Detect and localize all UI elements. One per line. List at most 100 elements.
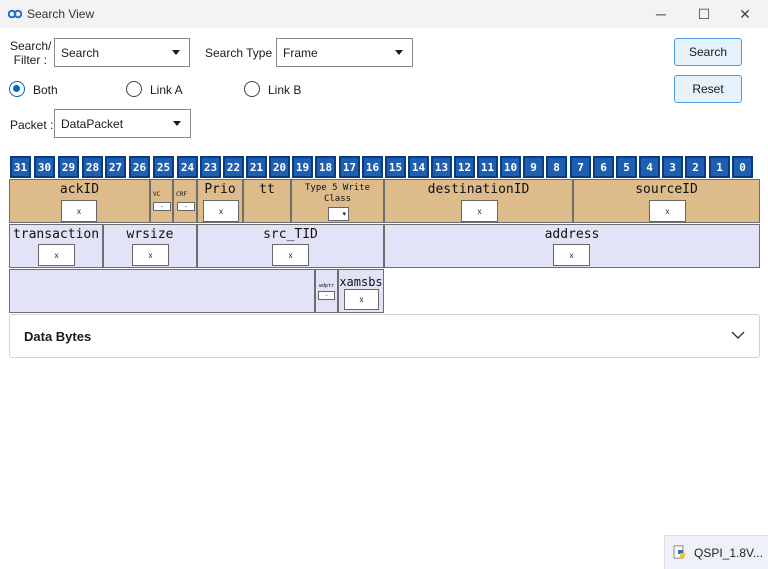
radio-both-label: Both (33, 83, 58, 97)
field-xamsbs-label: xamsbs (339, 275, 383, 289)
bit-index-15: 15 (385, 156, 406, 178)
radio-link-a[interactable]: Link A (126, 81, 196, 99)
search-filter-dropdown[interactable]: Search (54, 38, 190, 67)
search-type-label: Search Type : (205, 46, 279, 60)
bit-index-2: 2 (685, 156, 706, 178)
search-filter-label-line1: Search/ (10, 39, 52, 53)
field-vc-input[interactable]: - (153, 202, 171, 211)
field-prio-input[interactable]: x (203, 200, 239, 222)
chevron-down-icon (172, 50, 180, 55)
radio-selected-icon (9, 81, 25, 97)
minimize-icon: ─ (656, 6, 666, 22)
bit-index-23: 23 (200, 156, 221, 178)
bit-index-31: 31 (10, 156, 31, 178)
field-type5-write-class: Type 5 Write Class ▾ (291, 179, 384, 223)
field-transaction-label: transaction (12, 227, 100, 242)
bit-index-14: 14 (408, 156, 429, 178)
chevron-down-icon (173, 121, 181, 126)
field-destinationid-label: destinationID (427, 182, 530, 197)
radio-link-b-label: Link B (268, 83, 302, 97)
bit-index-29: 29 (58, 156, 79, 178)
field-wrsize: wrsize x (103, 224, 197, 268)
minimize-button[interactable]: ─ (638, 0, 684, 28)
search-filter-label-line2: Filter : (13, 53, 47, 67)
packet-dropdown[interactable]: DataPacket (54, 109, 191, 138)
bit-index-30: 30 (34, 156, 55, 178)
field-address-input[interactable]: x (553, 244, 590, 266)
radio-link-b[interactable]: Link B (244, 81, 314, 99)
packet-value: DataPacket (61, 116, 124, 131)
bit-index-10: 10 (500, 156, 521, 178)
bit-index-4: 4 (639, 156, 660, 178)
field-sourceid-input[interactable]: x (649, 200, 686, 222)
bit-index-25: 25 (153, 156, 174, 178)
search-filter-label: Search/ Filter : (10, 39, 52, 67)
radio-unselected-icon (244, 81, 260, 97)
field-vc-label: VC (153, 191, 161, 198)
radio-unselected-icon (126, 81, 142, 97)
field-destinationid: destinationID x (384, 179, 573, 223)
field-wdptr: wdptr - (315, 269, 338, 313)
close-button[interactable]: ✕ (722, 0, 768, 28)
reset-button[interactable]: Reset (674, 75, 742, 103)
data-bytes-expander[interactable]: Data Bytes (9, 314, 760, 358)
search-type-dropdown[interactable]: Frame (276, 38, 413, 67)
maximize-button[interactable]: ☐ (681, 0, 727, 28)
maximize-icon: ☐ (697, 5, 711, 22)
field-xamsbs: xamsbs x (338, 269, 384, 313)
bit-index-22: 22 (223, 156, 244, 178)
packet-label: Packet : (10, 118, 54, 132)
field-type5-label: Type 5 Write Class (292, 183, 383, 205)
bit-index-8: 8 (546, 156, 567, 178)
taskbar-item-label: QSPI_1.8V... (694, 546, 763, 560)
field-destinationid-input[interactable]: x (461, 200, 498, 222)
bit-index-18: 18 (315, 156, 336, 178)
field-prio: Prio x (197, 179, 243, 223)
field-ackid: ackID x (9, 179, 150, 223)
app-logo-icon (8, 9, 22, 19)
bit-index-17: 17 (339, 156, 360, 178)
field-prio-label: Prio (204, 182, 236, 197)
bit-index-0: 0 (732, 156, 753, 178)
taskbar-item[interactable]: QSPI_1.8V... (664, 535, 768, 569)
field-reserved (9, 269, 315, 313)
field-sourceid: sourceID x (573, 179, 760, 223)
field-address: address x (384, 224, 760, 268)
field-xamsbs-input[interactable]: x (344, 289, 379, 310)
bit-index-3: 3 (662, 156, 683, 178)
close-icon: ✕ (739, 5, 751, 22)
field-ackid-input[interactable]: x (61, 200, 97, 222)
bit-index-19: 19 (292, 156, 313, 178)
bit-index-26: 26 (129, 156, 150, 178)
radio-both[interactable]: Both (9, 81, 79, 99)
radio-link-a-label: Link A (150, 83, 183, 97)
bit-index-7: 7 (570, 156, 591, 178)
field-ackid-label: ackID (59, 182, 100, 197)
field-tt: tt (243, 179, 291, 223)
field-crf-input[interactable]: - (177, 202, 195, 211)
field-src-tid-input[interactable]: x (272, 244, 309, 266)
field-wdptr-input[interactable]: - (318, 291, 335, 300)
bit-index-21: 21 (246, 156, 267, 178)
field-src-tid: src_TID x (197, 224, 384, 268)
field-wdptr-label: wdptr (318, 283, 335, 289)
bit-index-5: 5 (616, 156, 637, 178)
window-title: Search View (27, 7, 95, 21)
field-wrsize-input[interactable]: x (132, 244, 169, 266)
python-file-icon (673, 545, 685, 559)
bit-index-20: 20 (269, 156, 290, 178)
bit-index-24: 24 (177, 156, 198, 178)
field-address-label: address (544, 227, 600, 242)
bit-index-28: 28 (82, 156, 103, 178)
bit-index-6: 6 (593, 156, 614, 178)
bit-index-16: 16 (362, 156, 383, 178)
field-wrsize-label: wrsize (126, 227, 174, 242)
field-type5-dropdown[interactable]: ▾ (328, 207, 349, 221)
field-type5-label-line2: Class (323, 194, 352, 204)
field-transaction-input[interactable]: x (38, 244, 75, 266)
data-bytes-label: Data Bytes (24, 329, 92, 344)
field-crf: CRF - (173, 179, 197, 223)
search-button[interactable]: Search (674, 38, 742, 66)
field-transaction: transaction x (9, 224, 103, 268)
bit-index-1: 1 (709, 156, 730, 178)
